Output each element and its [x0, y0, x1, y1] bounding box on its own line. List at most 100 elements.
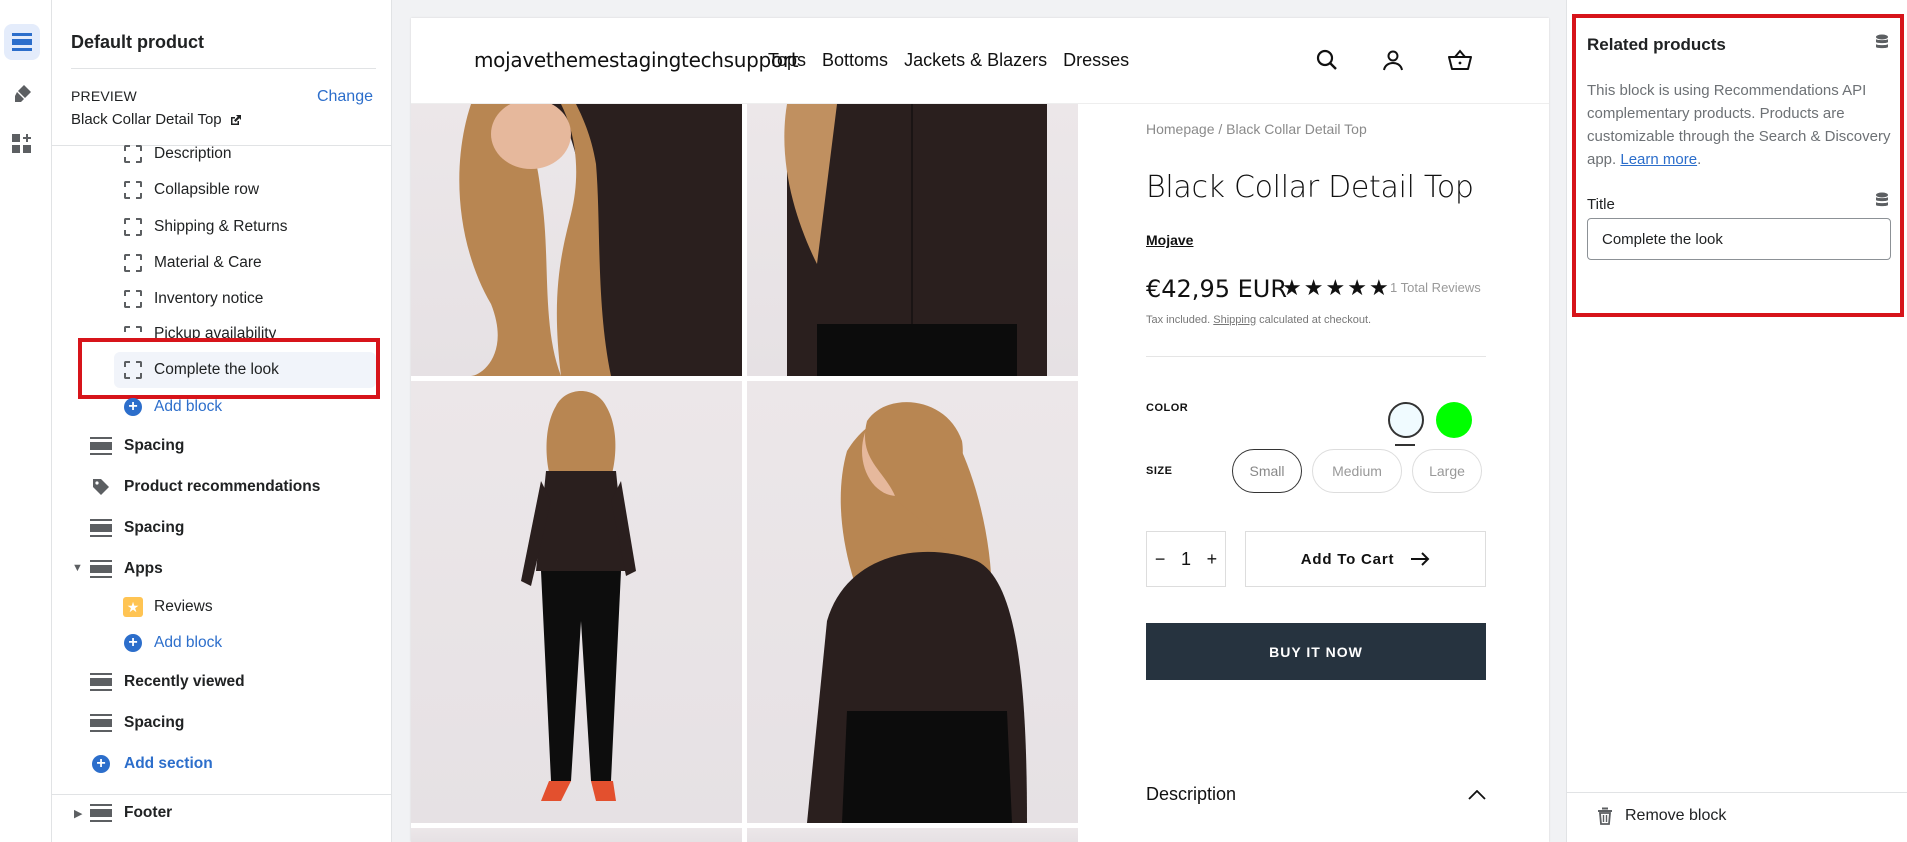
block-pickup-availability[interactable]: Pickup availability — [123, 320, 276, 340]
section-icon — [90, 519, 112, 537]
storefront-preview: mojavethemestagingtechsupport Tops Botto… — [411, 18, 1549, 842]
preview-product-name: Black Collar Detail Top — [71, 111, 222, 128]
section-label: Spacing — [124, 437, 185, 454]
size-label: SIZE — [1146, 465, 1173, 477]
nav-link-tops[interactable]: Tops — [768, 50, 806, 71]
add-app-block-button[interactable]: + Add block — [123, 628, 222, 658]
store-logo[interactable]: mojavethemestagingtechsupport — [474, 48, 799, 72]
block-label: Description — [154, 145, 232, 162]
block-shipping-returns[interactable]: Shipping & Returns — [123, 212, 288, 242]
section-spacing[interactable]: Spacing — [89, 431, 184, 461]
add-block-label: Add block — [154, 634, 223, 651]
highlight-box-settings — [1572, 14, 1904, 317]
breadcrumb-current: Black Collar Detail Top — [1226, 121, 1367, 137]
nav-link-jackets-blazers[interactable]: Jackets & Blazers — [904, 50, 1047, 71]
change-preview-link[interactable]: Change — [317, 88, 373, 106]
sections-icon — [12, 33, 32, 51]
product-image-6[interactable] — [747, 828, 1078, 842]
size-option-small[interactable]: Small — [1232, 449, 1302, 493]
expand-caret-icon[interactable]: ▶ — [74, 807, 82, 820]
add-block-label: Add block — [154, 398, 223, 415]
dashed-block-icon — [124, 218, 142, 236]
product-gallery — [411, 104, 1078, 842]
rating-stars: ★★★★★ — [1282, 275, 1391, 301]
tax-note: Tax included. Shipping calculated at che… — [1146, 314, 1371, 326]
collapse-caret-icon[interactable]: ▼ — [72, 562, 83, 574]
divider — [71, 68, 376, 69]
nav-link-dresses[interactable]: Dresses — [1063, 50, 1129, 71]
section-label: Product recommendations — [124, 478, 321, 495]
color-swatch-green[interactable] — [1436, 402, 1472, 438]
buy-it-now-button[interactable]: BUY IT NOW — [1146, 623, 1486, 680]
block-material-care[interactable]: Material & Care — [123, 248, 262, 278]
store-header: mojavethemestagingtechsupport Tops Botto… — [411, 18, 1549, 104]
search-icon[interactable] — [1315, 48, 1339, 72]
product-image-3[interactable] — [411, 381, 742, 823]
breadcrumb-separator: / — [1218, 121, 1223, 137]
product-image-5[interactable] — [411, 828, 742, 842]
section-recently-viewed[interactable]: Recently viewed — [89, 667, 245, 697]
theme-settings-rail-button[interactable] — [4, 76, 40, 112]
section-spacing[interactable]: Spacing — [89, 708, 184, 738]
description-accordion[interactable]: Description — [1146, 784, 1486, 805]
dashed-block-icon — [124, 181, 142, 199]
star-icon: ★ — [1368, 275, 1391, 300]
preview-product[interactable]: Black Collar Detail Top — [71, 111, 242, 128]
product-image-1[interactable] — [411, 104, 742, 376]
chevron-up-icon — [1468, 789, 1486, 800]
dashed-block-icon — [124, 145, 142, 163]
icon-rail — [0, 0, 52, 842]
block-inventory-notice[interactable]: Inventory notice — [123, 284, 263, 314]
size-option-medium[interactable]: Medium — [1312, 449, 1402, 493]
app-embeds-rail-button[interactable] — [4, 126, 40, 162]
sections-rail-button[interactable] — [4, 24, 40, 60]
block-description[interactable]: Description — [123, 139, 232, 169]
nav-link-bottoms[interactable]: Bottoms — [822, 50, 888, 71]
reviews-count[interactable]: 1 Total Reviews — [1390, 280, 1481, 295]
section-spacing[interactable]: Spacing — [89, 513, 184, 543]
block-label: Inventory notice — [154, 290, 264, 307]
section-label: Spacing — [124, 519, 185, 536]
color-label: COLOR — [1146, 402, 1189, 414]
section-footer[interactable]: Footer — [89, 798, 172, 828]
panel-title: Default product — [71, 32, 204, 52]
qty-decrease-button[interactable]: − — [1155, 549, 1166, 570]
qty-increase-button[interactable]: + — [1207, 549, 1218, 570]
plus-icon: + — [124, 634, 142, 652]
account-icon[interactable] — [1381, 48, 1405, 72]
size-option-large[interactable]: Large — [1412, 449, 1482, 493]
section-apps[interactable]: Apps — [89, 554, 163, 584]
remove-block-label: Remove block — [1625, 807, 1727, 824]
product-image-4[interactable] — [747, 381, 1078, 823]
highlight-box-block — [78, 338, 380, 399]
qty-value[interactable]: 1 — [1181, 549, 1191, 570]
block-label: Reviews — [154, 598, 213, 615]
block-reviews[interactable]: ★ Reviews — [123, 592, 213, 622]
add-to-cart-button[interactable]: Add To Cart — [1245, 531, 1486, 587]
product-price: €42,95 EUR — [1146, 275, 1288, 303]
section-label: Spacing — [124, 714, 185, 731]
add-section-button[interactable]: + Add section — [89, 749, 213, 779]
shipping-link[interactable]: Shipping — [1213, 314, 1256, 326]
divider — [52, 794, 392, 795]
breadcrumb-home[interactable]: Homepage — [1146, 121, 1215, 137]
section-icon — [90, 673, 112, 691]
dashed-block-icon — [124, 290, 142, 308]
vendor-link[interactable]: Mojave — [1146, 232, 1193, 248]
panel-footer: Remove block — [1567, 792, 1907, 842]
arrow-right-icon — [1411, 552, 1430, 566]
add-block-button[interactable]: + Add block — [123, 392, 222, 422]
block-collapsible-row[interactable]: Collapsible row — [123, 175, 259, 205]
remove-block-button[interactable]: Remove block — [1597, 807, 1726, 825]
star-icon: ★ — [1282, 275, 1304, 300]
add-section-label: Add section — [124, 755, 213, 772]
apps-grid-icon — [12, 134, 31, 153]
description-label: Description — [1146, 784, 1237, 804]
product-image-2[interactable] — [747, 104, 1078, 376]
paintbrush-icon — [15, 85, 31, 102]
color-swatch-light[interactable] — [1388, 402, 1424, 438]
star-icon: ★ — [1325, 275, 1348, 300]
cart-icon[interactable] — [1447, 48, 1473, 72]
section-product-recommendations[interactable]: Product recommendations — [89, 472, 320, 502]
dashed-block-icon — [124, 254, 142, 272]
